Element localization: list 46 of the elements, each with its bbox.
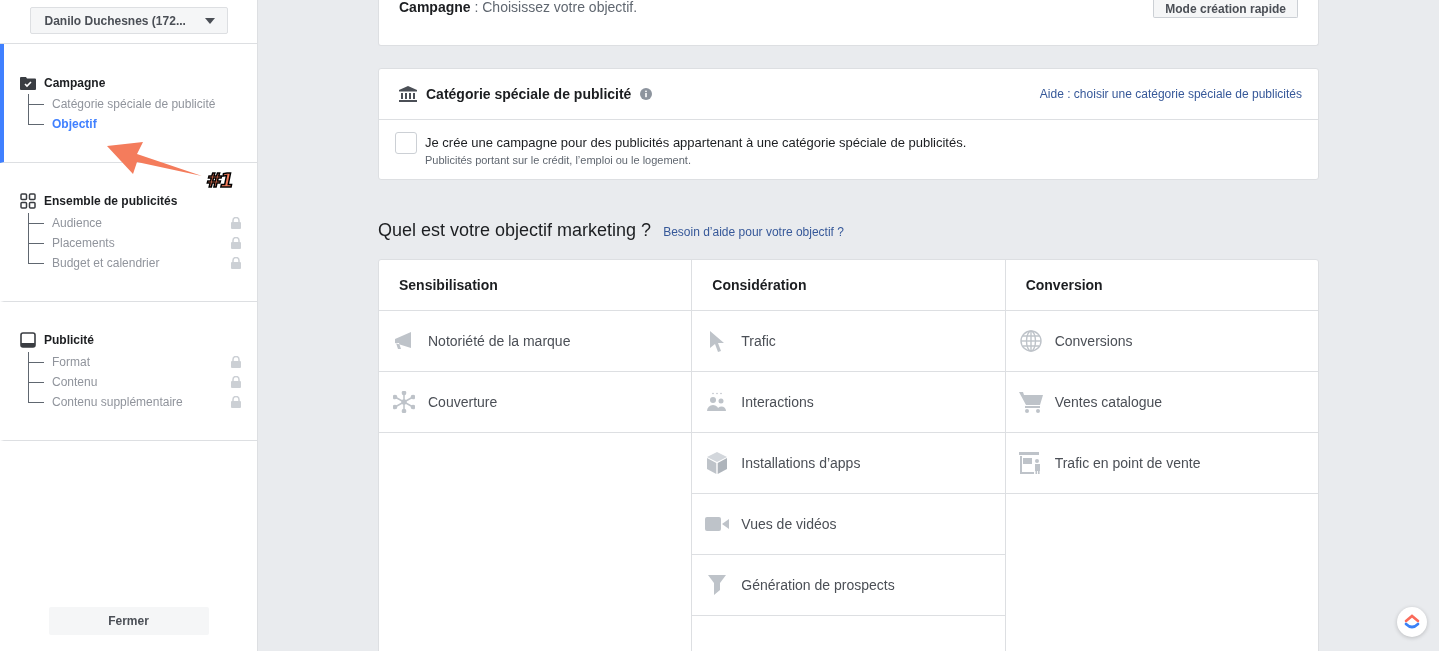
header-title: Campagne : Choisissez votre objectif. [399,0,638,14]
quick-mode-button[interactable]: Mode création rapide [1153,0,1298,18]
folder-check-icon [20,76,36,90]
section-title: Campagne [44,76,106,90]
annotation-label: #1 [206,168,234,192]
objective-option[interactable]: Notoriété de la marque [379,311,692,372]
column-heading: Considération [712,277,807,293]
objective-option[interactable]: Génération de prospects [692,555,1005,616]
objective-option[interactable]: Conversions [1005,311,1318,372]
cursor-icon [709,330,726,352]
globe-icon [1019,330,1042,352]
storefront-icon [1018,452,1043,474]
objective-option[interactable]: Vues de vidéos [692,494,1005,555]
info-icon [640,88,653,100]
objective-option[interactable]: Couverture [379,372,692,433]
objective-option[interactable]: Interactions [692,372,1005,433]
network-icon [393,391,415,413]
funnel-icon [708,575,727,595]
cart-icon [1018,391,1043,413]
objective-option[interactable]: Installations d’apps [692,433,1005,494]
close-button[interactable]: Fermer [48,607,209,635]
tablet-icon [20,332,36,348]
help-link[interactable]: Besoin d’aide pour votre objectif ? [663,225,844,239]
section-title: Publicité [44,333,94,347]
checkbox-description: Publicités portant sur le crédit, l’emploi ou le logement. [425,154,692,166]
checkbox[interactable] [395,132,417,154]
account-dropdown[interactable]: Danilo Duchesnes (172... [29,7,228,34]
chevrons-icon [1404,614,1420,630]
objective-option[interactable]: Trafic en point de vente [1005,433,1318,494]
column-heading: Conversion [1025,277,1103,293]
cube-icon [707,452,728,474]
section-title: Ensemble de publicités [44,194,178,208]
help-widget-button[interactable] [1397,607,1427,637]
objective-option[interactable]: Ventes catalogue [1005,372,1318,433]
checkbox-label: Je crée une campagne pour des publicités appartenant à une catégorie spéciale de publicités. [425,135,967,150]
bank-icon [399,86,417,102]
video-camera-icon [705,517,730,531]
grid-icon [20,193,36,209]
caret-icon [204,17,215,24]
section-heading: Quel est votre objectif marketing ? [378,220,652,241]
help-link[interactable]: Aide : choisir une catégorie spéciale de publicités [1039,87,1302,101]
sidebar-item[interactable]: Objectif [52,117,241,131]
objective-option[interactable]: Trafic [692,311,1005,372]
people-icon [706,392,729,412]
column-heading: Sensibilisation [399,277,498,293]
card-title: Catégorie spéciale de publicité [426,86,632,102]
